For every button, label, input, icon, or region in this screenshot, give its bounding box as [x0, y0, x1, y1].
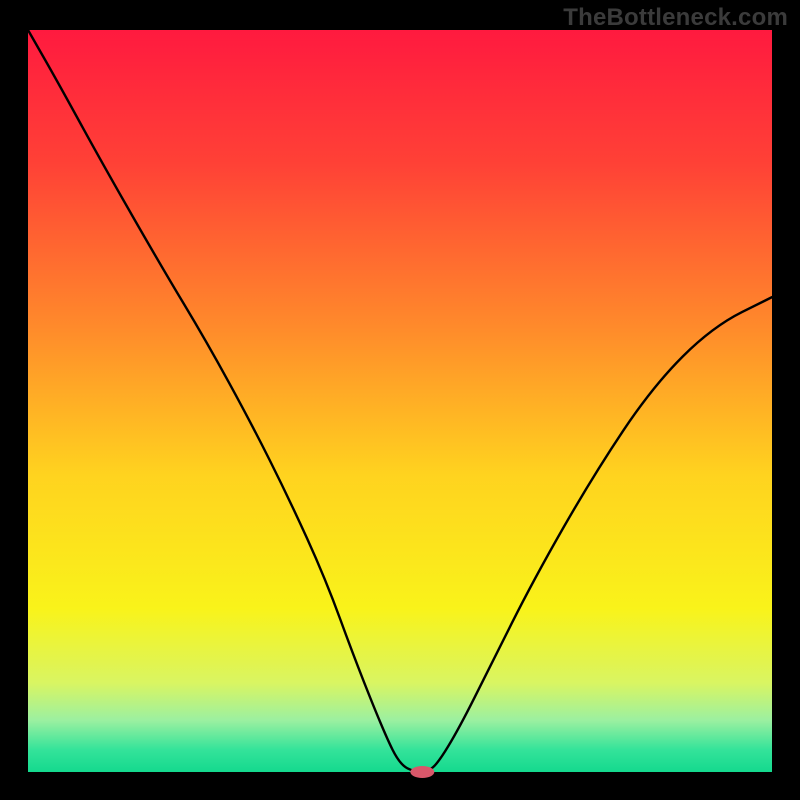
bottleneck-chart	[0, 0, 800, 800]
chart-frame: TheBottleneck.com	[0, 0, 800, 800]
plot-background	[28, 30, 772, 772]
bottleneck-marker	[410, 766, 434, 778]
